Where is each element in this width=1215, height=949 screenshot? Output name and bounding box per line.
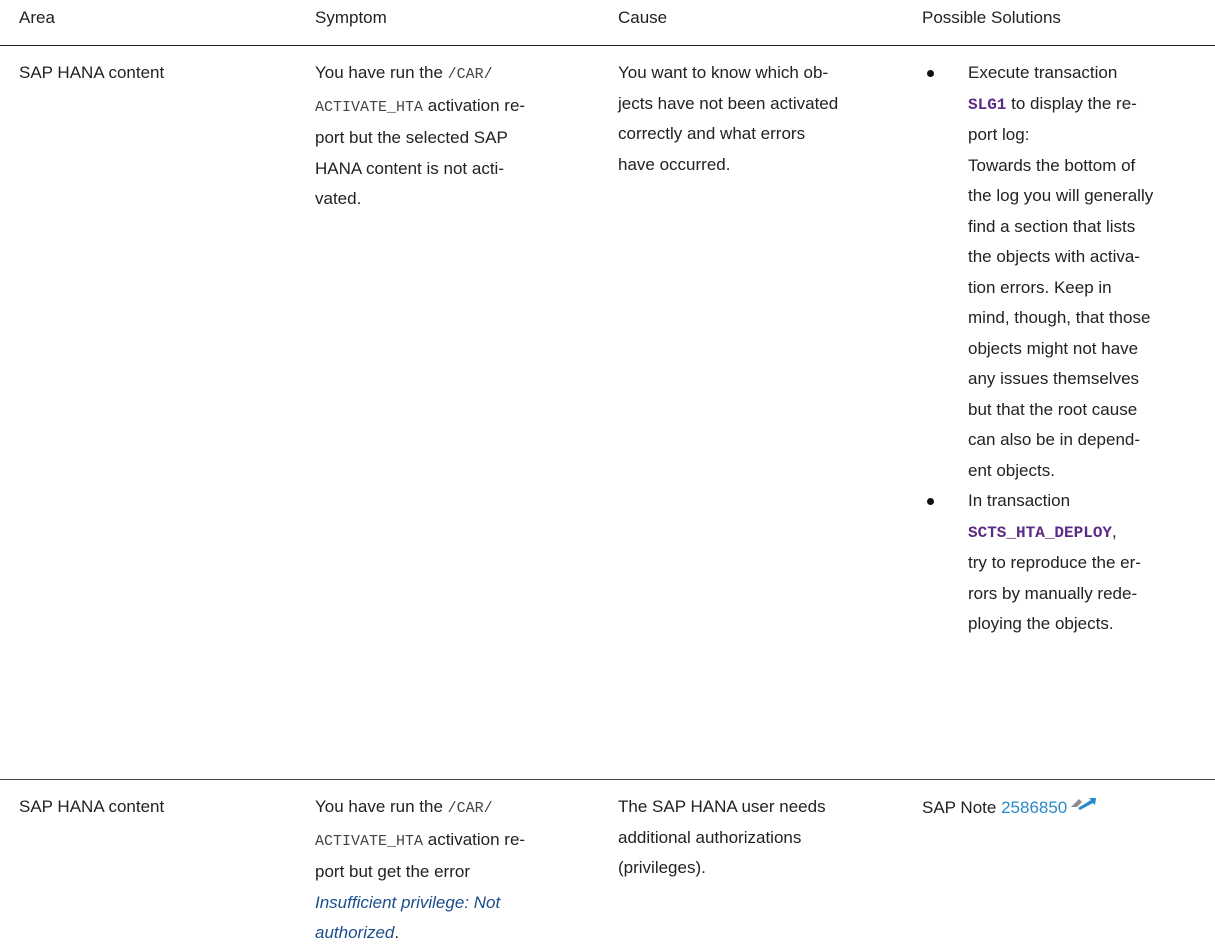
solution-item: Execute transaction SLG1 to display the … bbox=[912, 58, 1207, 486]
cause-line: additional authorizations bbox=[618, 827, 802, 847]
symptom-line: port but get the error bbox=[315, 862, 470, 881]
cause-cell: You want to know which ob- jects have no… bbox=[608, 46, 912, 779]
solution-line: SCTS_HTA_DEPLOY, bbox=[968, 517, 1207, 549]
solution-text: , bbox=[1112, 521, 1117, 541]
symptom-text: activation re- bbox=[423, 95, 526, 115]
symptom-line: ACTIVATE_HTA activation re- bbox=[315, 825, 600, 858]
solution-line: objects might not have bbox=[968, 338, 1139, 358]
symptom-text: activation re- bbox=[423, 829, 526, 849]
error-message: Insufficient privilege: Not bbox=[315, 892, 501, 912]
cause-line: correctly and what errors bbox=[618, 124, 806, 143]
solution-line: any issues themselves bbox=[968, 369, 1140, 388]
cause-line: have occurred. bbox=[618, 154, 731, 174]
solution-item: In transaction SCTS_HTA_DEPLOY, try to r… bbox=[912, 486, 1207, 640]
area-cell: SAP HANA content bbox=[0, 780, 305, 949]
cause-line: The SAP HANA user needs bbox=[618, 797, 826, 816]
solution-line: the log you will generally bbox=[968, 186, 1154, 205]
solution-line: can also be in depend- bbox=[968, 430, 1141, 449]
solution-line: Towards the bottom of bbox=[968, 155, 1136, 175]
cause-line: (privileges). bbox=[618, 858, 706, 877]
area-text: SAP HANA content bbox=[19, 63, 165, 82]
header-possible-solutions: Possible Solutions bbox=[922, 8, 1061, 27]
solution-line: tion errors. Keep in bbox=[968, 277, 1112, 297]
cause-line: jects have not been activated bbox=[618, 93, 839, 113]
solution-line: try to reproduce the er- bbox=[968, 553, 1141, 572]
symptom-cell: You have run the /CAR/ ACTIVATE_HTA acti… bbox=[305, 780, 608, 949]
bullet-icon bbox=[927, 70, 934, 77]
report-code: ACTIVATE_HTA bbox=[315, 98, 424, 116]
symptom-line: HANA content is not acti- bbox=[315, 158, 504, 178]
symptom-text: You have run the bbox=[315, 63, 448, 82]
symptom-line: port but the selected SAP bbox=[315, 128, 508, 147]
symptom-cell: You have run the /CAR/ ACTIVATE_HTA acti… bbox=[305, 46, 608, 779]
report-code: ACTIVATE_HTA bbox=[315, 832, 424, 850]
area-cell: SAP HANA content bbox=[0, 46, 305, 779]
solution-line: port log: bbox=[968, 125, 1030, 144]
header-cause: Cause bbox=[618, 8, 668, 27]
solution-line: ent objects. bbox=[968, 460, 1055, 480]
symptom-text: . bbox=[394, 923, 400, 942]
symptom-line: vated. bbox=[315, 189, 362, 208]
header-area: Area bbox=[19, 8, 55, 27]
solution-line: but that the root cause bbox=[968, 399, 1138, 419]
cause-line: You want to know which ob- bbox=[618, 63, 829, 82]
solution-line: SLG1 to display the re- bbox=[968, 89, 1207, 121]
cause-cell: The SAP HANA user needs additional autho… bbox=[608, 780, 912, 949]
symptom-line: ACTIVATE_HTA activation re- bbox=[315, 91, 600, 124]
transaction-code: SLG1 bbox=[968, 95, 1007, 114]
solution-line: Execute transaction bbox=[968, 63, 1118, 82]
sap-note-link[interactable]: 2586850 bbox=[1001, 798, 1067, 817]
symptom-text: You have run the bbox=[315, 797, 448, 816]
table-row: SAP HANA content You have run the /CAR/ … bbox=[0, 780, 1215, 949]
report-code: /CAR/ bbox=[447, 66, 493, 83]
solutions-cell: SAP Note 2586850 bbox=[912, 780, 1215, 949]
error-message: authorized bbox=[315, 923, 395, 942]
solution-line: ploying the objects. bbox=[968, 614, 1114, 633]
area-text: SAP HANA content bbox=[19, 797, 165, 816]
external-link-icon[interactable] bbox=[1069, 793, 1099, 824]
solution-line: In transaction bbox=[968, 491, 1071, 510]
table-row: SAP HANA content You have run the /CAR/ … bbox=[0, 46, 1215, 780]
solution-line: the objects with activa- bbox=[968, 247, 1140, 266]
table-header: Area Symptom Cause Possible Solutions bbox=[0, 0, 1215, 46]
symptom-line: authorized. bbox=[315, 918, 600, 949]
sap-note-label: SAP Note bbox=[922, 798, 1002, 817]
solution-text: to display the re- bbox=[1006, 93, 1137, 113]
report-code: /CAR/ bbox=[447, 800, 493, 817]
symptom-line: Insufficient privilege: Not bbox=[315, 888, 600, 919]
solutions-list: Execute transaction SLG1 to display the … bbox=[912, 58, 1207, 640]
solution-line: mind, though, that those bbox=[968, 308, 1151, 327]
symptom-line: You have run the /CAR/ bbox=[315, 792, 600, 825]
transaction-code: SCTS_HTA_DEPLOY bbox=[968, 523, 1113, 542]
troubleshooting-table: Area Symptom Cause Possible Solutions SA… bbox=[0, 0, 1215, 949]
solutions-cell: Execute transaction SLG1 to display the … bbox=[912, 46, 1215, 779]
solution-line: rors by manually rede- bbox=[968, 583, 1138, 603]
header-symptom: Symptom bbox=[315, 8, 387, 27]
symptom-line: You have run the /CAR/ bbox=[315, 58, 600, 91]
solution-line: find a section that lists bbox=[968, 216, 1136, 236]
bullet-icon bbox=[927, 498, 934, 505]
